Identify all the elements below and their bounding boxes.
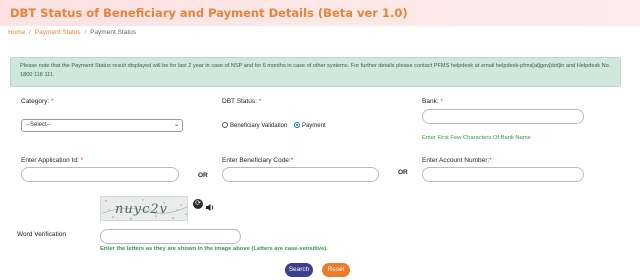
search-button[interactable]: Search [285, 263, 313, 277]
dbt-status-label: DBT Status: * [222, 98, 262, 105]
breadcrumb-separator: / [84, 29, 87, 36]
speaker-icon[interactable] [205, 203, 215, 212]
radio-payment[interactable]: Payment [293, 122, 326, 129]
chevron-down-icon: ⌄ [173, 122, 179, 128]
radio-selected-icon[interactable] [293, 122, 300, 128]
breadcrumb-current: Payment Status [90, 29, 136, 36]
radio-beneficiary-validation[interactable]: Beneficiary Validation [222, 122, 289, 129]
breadcrumb: Home / Payment Status / Payment Status [8, 29, 136, 36]
bank-label: Bank: * [422, 98, 443, 105]
application-id-input[interactable] [21, 167, 179, 182]
category-label: Category: * [21, 98, 54, 105]
radio-circle-icon[interactable] [222, 122, 228, 128]
application-id-label: Enter Application Id: * [21, 157, 84, 164]
account-number-input[interactable] [422, 167, 584, 182]
account-number-label: Enter Account Number:* [422, 157, 492, 164]
beneficiary-code-label: Enter Beneficiary Code:* [222, 157, 294, 164]
dbt-status-radio-group: Beneficiary Validation Payment [222, 122, 331, 129]
or-separator: OR [198, 172, 208, 179]
breadcrumb-separator: / [29, 29, 31, 36]
captcha-text: nuyc2v [115, 202, 168, 217]
breadcrumb-payment-status[interactable]: Payment Status [35, 29, 81, 36]
word-verification-hint: Enter the letters as they are shown in t… [100, 246, 328, 252]
reset-button[interactable]: Reset [322, 263, 350, 277]
category-select[interactable]: --Select-- ⌄ [21, 119, 183, 132]
breadcrumb-home[interactable]: Home [8, 29, 25, 36]
bank-hint: Enter First Few Characters Of Bank Name [422, 135, 531, 141]
bank-input[interactable] [422, 109, 584, 124]
refresh-captcha-icon[interactable]: ⟳ [193, 199, 203, 209]
beneficiary-code-input[interactable] [222, 167, 379, 182]
word-verification-label: Word Verification [17, 231, 67, 238]
category-select-value: --Select-- [26, 122, 51, 128]
or-separator: OR [398, 169, 408, 176]
captcha-image: nuyc2v [100, 196, 188, 221]
page-header: DBT Status of Beneficiary and Payment De… [0, 0, 640, 26]
page-title: DBT Status of Beneficiary and Payment De… [10, 6, 408, 20]
notice-banner: Please note that the Payment Status resu… [10, 57, 621, 87]
word-verification-input[interactable] [100, 229, 241, 244]
